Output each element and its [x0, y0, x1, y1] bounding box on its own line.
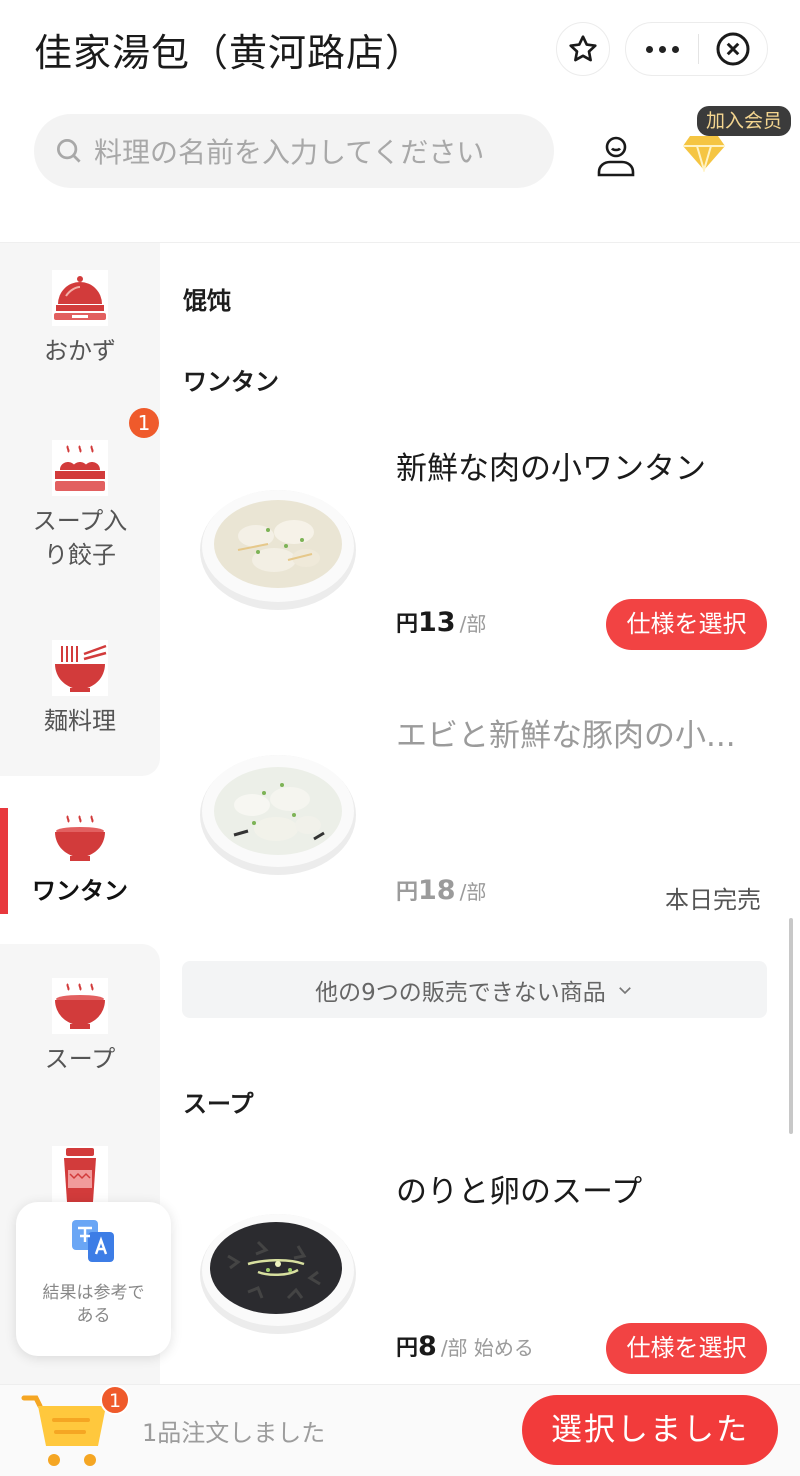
unavailable-items-label: 他の9つの販売できない商品 — [315, 979, 606, 1006]
user-icon — [597, 136, 635, 177]
translate-icon — [72, 1220, 114, 1262]
product-name[interactable]: のりと卵のスープ — [396, 1166, 642, 1211]
section-title-soup: スープ — [183, 1090, 254, 1118]
product-price: 円 8 /部 始める — [396, 1331, 534, 1362]
star-icon — [569, 35, 597, 62]
chevron-down-icon — [618, 986, 631, 994]
close-circle-icon — [716, 32, 750, 66]
covered-dish-icon — [52, 270, 108, 326]
soup-bowl-icon — [52, 978, 108, 1034]
sidebar-item-label: 麺料理 — [44, 707, 116, 735]
sidebar-active-indicator — [0, 808, 8, 914]
sidebar-item-label: おかず — [44, 337, 116, 365]
sidebar-item-drinks[interactable] — [0, 1146, 160, 1202]
product-price: 円 13 /部 — [396, 607, 487, 638]
category-count-badge: 1 — [129, 408, 159, 438]
join-member-badge[interactable]: 加入会员 — [697, 106, 792, 136]
sidebar-item-noodles[interactable]: 麺料理 — [0, 640, 160, 738]
sidebar-item-soup-dumplings[interactable]: スープ入 り餃子 — [0, 440, 160, 572]
more-dots-icon — [645, 45, 653, 53]
unavailable-items-toggle[interactable]: 他の9つの販売できない商品 — [182, 961, 767, 1018]
favorite-button[interactable] — [556, 22, 610, 76]
cart-summary: 1品注文しました — [142, 1419, 326, 1447]
miniprogram-capsule — [625, 22, 768, 76]
search-icon — [57, 139, 81, 163]
product-price: 円 18 /部 — [396, 875, 487, 906]
select-spec-button[interactable]: 仕様を選択 — [606, 1323, 767, 1374]
sidebar-item-okazu[interactable]: おかず — [0, 270, 160, 368]
cart-icon — [21, 1395, 106, 1466]
search-placeholder: 料理の名前を入力してください — [94, 136, 485, 169]
sold-out-label: 本日完売 — [665, 886, 761, 914]
user-button[interactable] — [596, 134, 636, 182]
wonton-bowl-icon — [52, 810, 108, 866]
scrollbar[interactable] — [789, 918, 793, 1134]
steamer-icon — [52, 440, 108, 496]
sidebar-item-label: スープ入 り餃子 — [32, 507, 128, 569]
select-spec-button[interactable]: 仕様を選択 — [606, 599, 767, 650]
close-button[interactable] — [699, 23, 767, 75]
diamond-icon — [683, 136, 725, 174]
product-image[interactable] — [198, 745, 358, 875]
more-button[interactable] — [626, 23, 698, 75]
search-input[interactable]: 料理の名前を入力してください — [34, 114, 554, 188]
product-name[interactable]: 新鮮な肉の小ワンタン — [396, 443, 706, 488]
cart-count-badge: 1 — [100, 1385, 130, 1415]
product-name[interactable]: エビと新鮮な豚肉の小... — [396, 710, 736, 755]
noodle-bowl-icon — [52, 640, 108, 696]
checkout-button[interactable]: 選択しました — [522, 1395, 778, 1465]
vip-button[interactable] — [682, 134, 726, 176]
sidebar-item-soup[interactable]: スープ — [0, 978, 160, 1076]
translation-card[interactable]: 結果は参考で ある — [16, 1202, 171, 1356]
product-image[interactable] — [198, 480, 358, 610]
section-title-wonton: ワンタン — [183, 368, 279, 396]
sidebar-item-label: スープ — [44, 1045, 116, 1073]
sidebar-item-label: ワンタン — [32, 877, 128, 905]
cart-button[interactable] — [20, 1390, 112, 1474]
translation-note: 結果は参考で ある — [42, 1283, 145, 1326]
product-image[interactable] — [198, 1206, 358, 1336]
sidebar-item-wonton[interactable]: ワンタン — [0, 810, 160, 908]
category-title: 馄饨 — [183, 287, 231, 315]
drink-cup-icon — [52, 1146, 108, 1202]
store-title: 佳家湯包（黄河路店） — [34, 31, 425, 75]
